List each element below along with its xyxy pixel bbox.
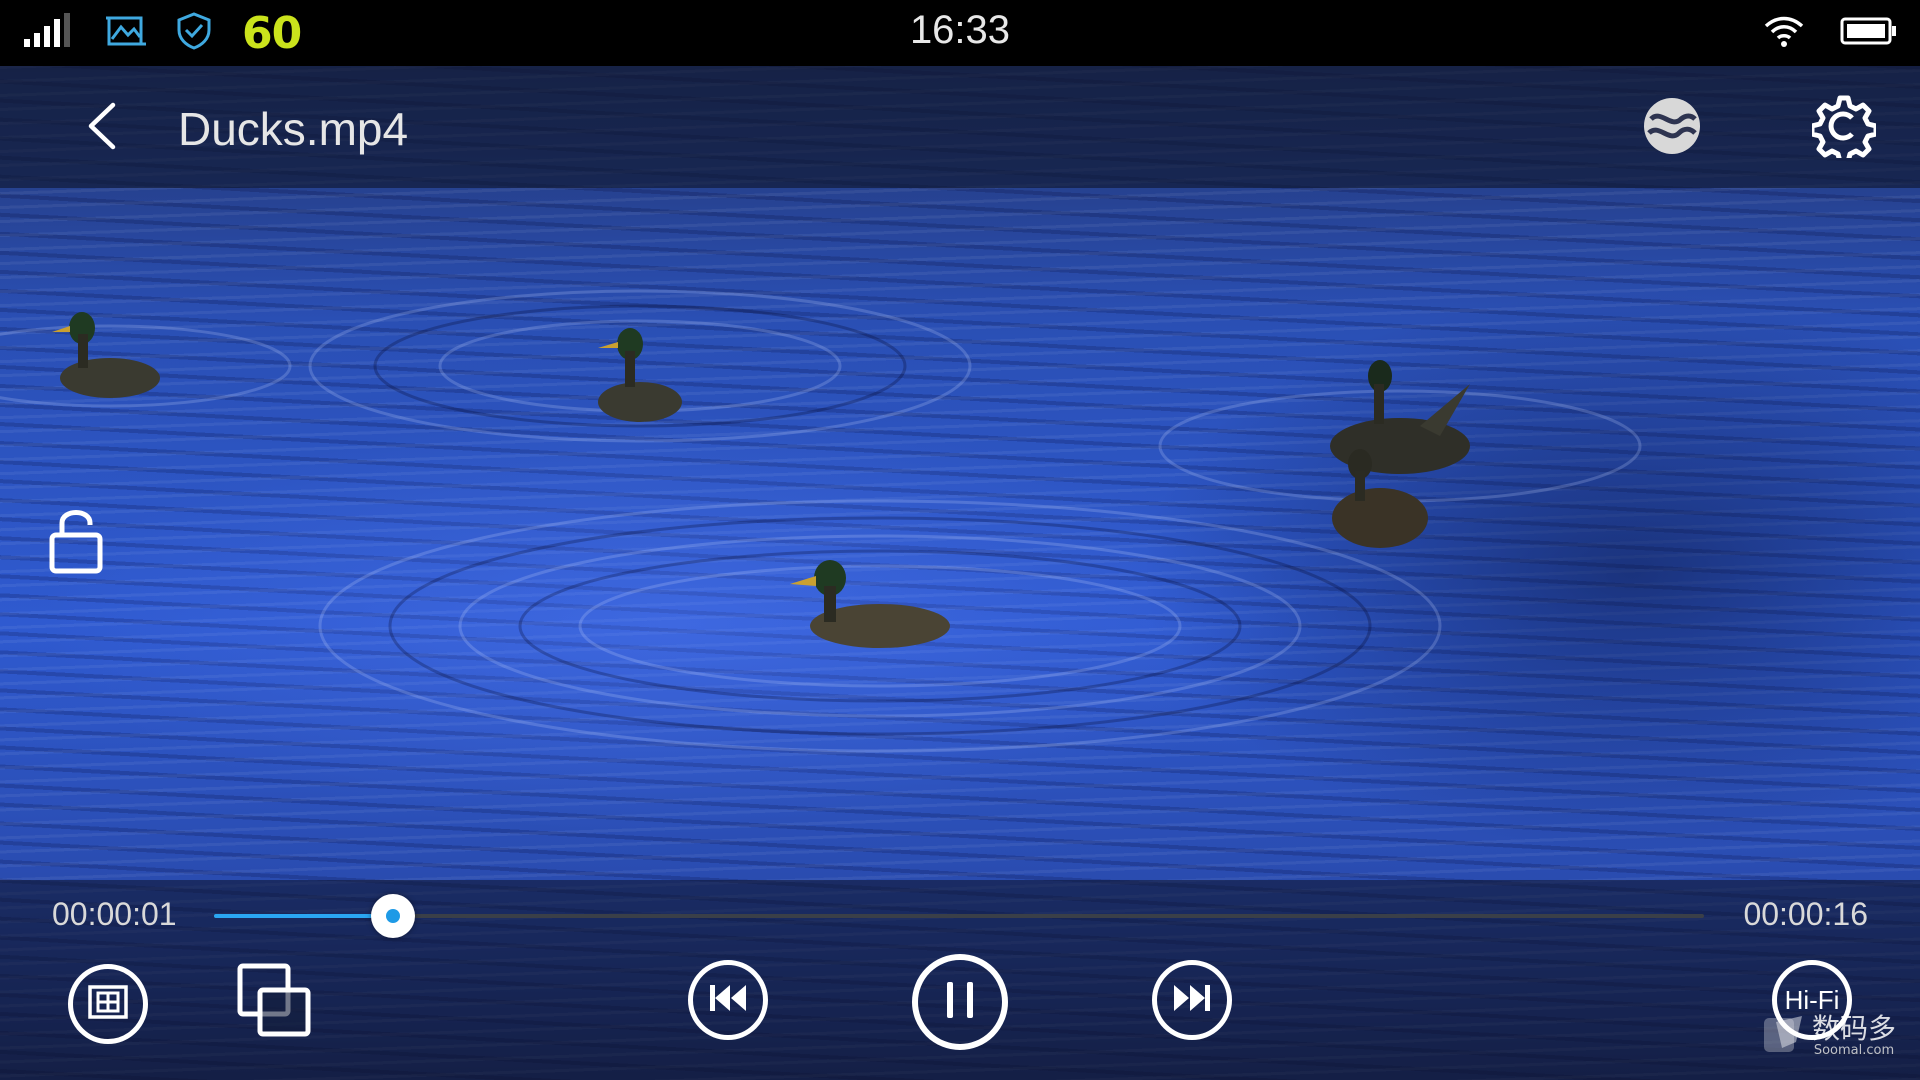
skip-previous-icon (708, 983, 748, 1017)
aspect-ratio-icon (88, 985, 128, 1023)
current-time: 00:00:01 (52, 896, 177, 932)
total-time: 00:00:16 (1743, 896, 1868, 932)
video-title: Ducks.mp4 (178, 103, 409, 155)
skip-next-icon (1172, 983, 1212, 1017)
watermark: 数码多 Soomal.com (1762, 1012, 1896, 1060)
status-bar: 60 16:33 (0, 0, 1920, 66)
unlock-icon (48, 505, 104, 579)
screen-lock-button[interactable] (44, 505, 108, 579)
duck (598, 328, 682, 422)
clock: 16:33 (909, 8, 1011, 52)
hifi-label: Hi-Fi (1784, 984, 1840, 1015)
battery-icon (1840, 17, 1898, 49)
mix-icon (1641, 95, 1703, 161)
playback-controls: 00:00:01 00:00:16 Hi-Fi 数码多 Soomal.com (0, 880, 1920, 1080)
settings-icon (1809, 94, 1879, 165)
seek-progress (214, 914, 393, 918)
seek-bar[interactable] (214, 894, 1704, 938)
top-bar: Ducks.mp4 (0, 66, 1920, 188)
multi-window-icon (236, 962, 312, 1042)
pause-icon (943, 980, 977, 1024)
next-button[interactable] (1152, 960, 1232, 1040)
wifi-icon (1764, 14, 1804, 52)
audio-mix-button[interactable] (1640, 96, 1704, 160)
watermark-logo (1762, 1012, 1806, 1060)
seek-track (214, 914, 1704, 918)
seek-thumb[interactable] (370, 894, 415, 938)
duck (790, 560, 950, 648)
watermark-sub: Soomal.com (1813, 1042, 1895, 1058)
back-icon (85, 101, 119, 155)
floating-window-button[interactable] (236, 962, 312, 1042)
back-button[interactable] (70, 96, 134, 160)
previous-button[interactable] (688, 960, 768, 1040)
settings-button[interactable] (1809, 94, 1879, 165)
pause-button[interactable] (912, 954, 1008, 1050)
screen-ratio-button[interactable] (68, 964, 148, 1044)
watermark-text: 数码多 (1811, 1011, 1896, 1045)
